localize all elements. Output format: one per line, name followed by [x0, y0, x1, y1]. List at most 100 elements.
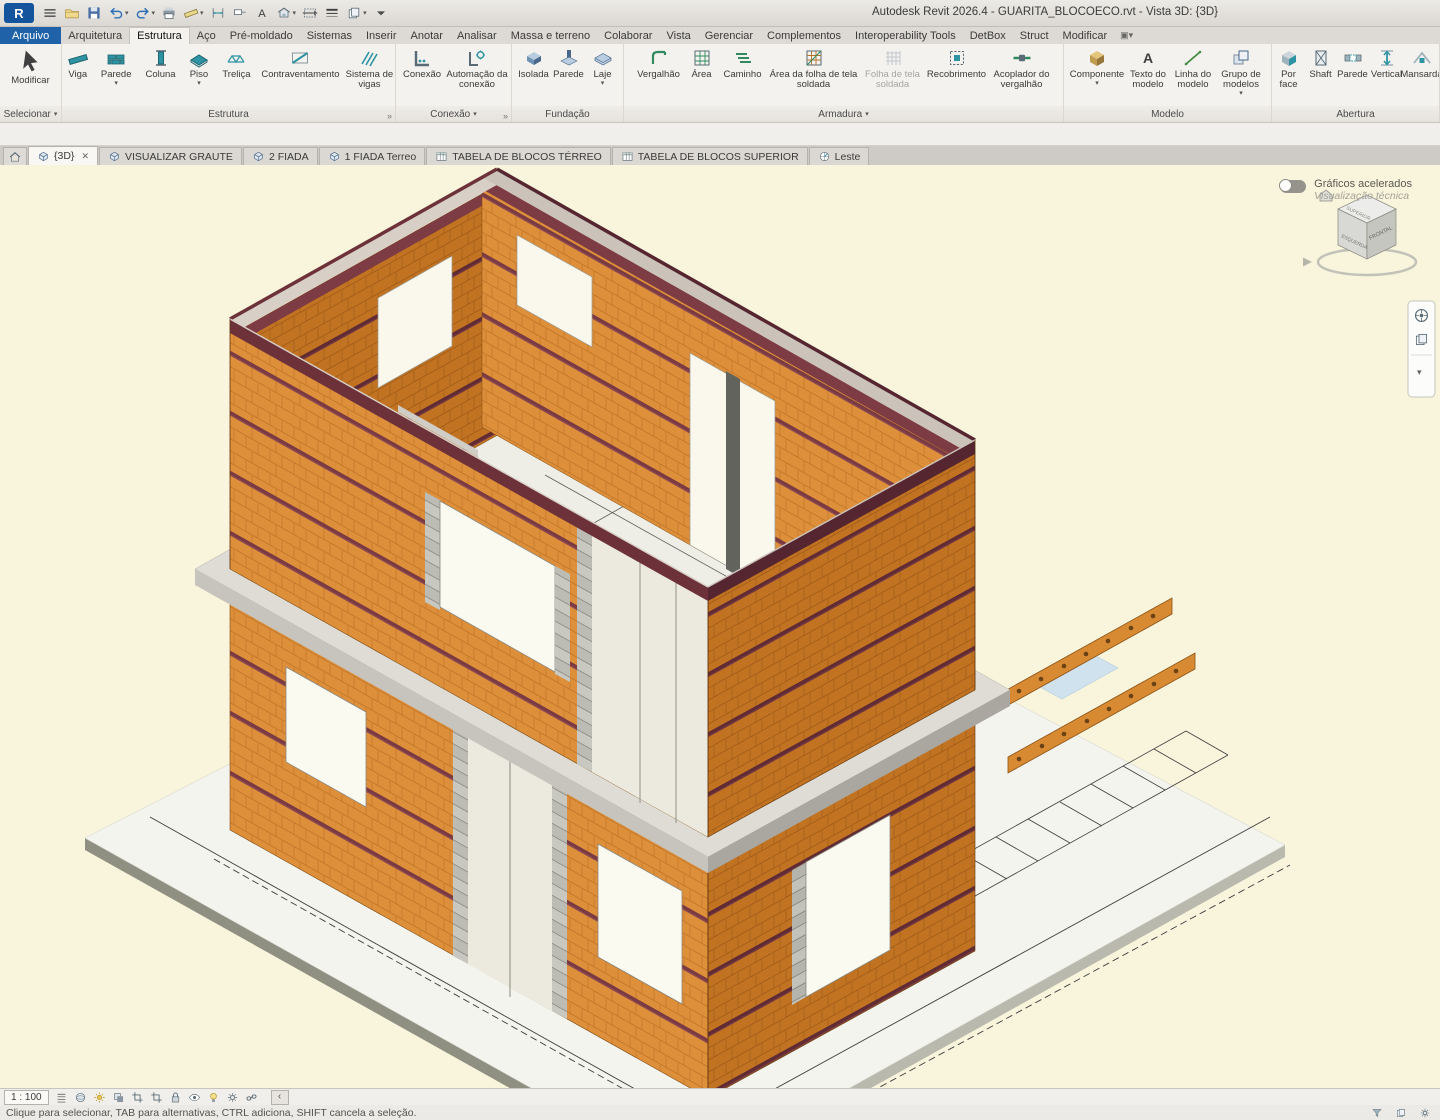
- viewbar-lock-3d-view[interactable]: [167, 1090, 185, 1104]
- qat-print[interactable]: [158, 3, 180, 23]
- view-tab-leste[interactable]: Leste: [808, 147, 870, 165]
- panel-label-conexao[interactable]: Conexão ▾: [396, 106, 511, 122]
- qat-undo[interactable]: ▾: [105, 3, 132, 23]
- status-selection-filter[interactable]: [1368, 1106, 1386, 1120]
- ribbon-button-grupo-de-modelos[interactable]: Grupo de modelos ▾: [1216, 46, 1266, 97]
- ribbon-tab-complementos[interactable]: Complementos: [760, 27, 848, 44]
- ribbon-button-parede[interactable]: Parede ▾: [95, 46, 138, 87]
- steering-wheel-icon[interactable]: [1414, 308, 1429, 323]
- tab-arquivo[interactable]: Arquivo: [0, 27, 62, 44]
- qat-thin-lines[interactable]: [321, 3, 343, 23]
- dialog-launcher[interactable]: »: [503, 111, 508, 121]
- panel-label-modelo[interactable]: Modelo: [1064, 106, 1271, 122]
- panel-label-selecionar[interactable]: Selecionar ▾: [0, 106, 61, 122]
- ribbon-tab-gerenciar[interactable]: Gerenciar: [698, 27, 760, 44]
- qat-aligned-dimension[interactable]: [207, 3, 229, 23]
- ribbon-button-sistema-de-vigas[interactable]: Sistema de vigas: [344, 46, 395, 90]
- tab-options-icon[interactable]: ▣▾: [1114, 27, 1139, 44]
- qat-switch-windows[interactable]: ▾: [343, 3, 370, 23]
- ribbon-tab-sistemas[interactable]: Sistemas: [300, 27, 359, 44]
- ribbon-button-contraventamento[interactable]: Contraventamento: [258, 46, 343, 80]
- ribbon-button-isolada[interactable]: Isolada: [517, 46, 551, 80]
- ribbon-button-area-da-folha-de-tela-soldada[interactable]: Área da folha de tela soldada: [767, 46, 861, 90]
- ribbon-button-linha-do-modelo[interactable]: Linha do modelo: [1171, 46, 1215, 90]
- viewbar-reveal-hidden-elements[interactable]: [205, 1090, 223, 1104]
- ribbon-button-caminho[interactable]: Caminho: [720, 46, 766, 80]
- ribbon-button-conexao[interactable]: Conexão: [399, 46, 445, 80]
- home-button[interactable]: [3, 147, 27, 165]
- ribbon-tab-modificar[interactable]: Modificar: [1056, 27, 1115, 44]
- revit-logo[interactable]: R: [4, 3, 34, 23]
- ribbon-tab-colaborar[interactable]: Colaborar: [597, 27, 659, 44]
- view-tab-2-fiada[interactable]: 2 FIADA: [242, 147, 318, 165]
- qat-save[interactable]: [83, 3, 105, 23]
- qat-customize-qat[interactable]: [370, 3, 392, 23]
- toggle-switch[interactable]: [1279, 179, 1307, 193]
- ribbon-button-modificar[interactable]: Modificar: [3, 46, 59, 86]
- qat-open[interactable]: [61, 3, 83, 23]
- viewbar-analytical-model[interactable]: [224, 1090, 242, 1104]
- ribbon-button-texto-do-modelo[interactable]: Texto do modelo: [1126, 46, 1170, 90]
- viewbar-temporary-hide-isolate[interactable]: [186, 1090, 204, 1104]
- ribbon-button-acoplador-do-vergalhao[interactable]: Acoplador do vergalhão: [990, 46, 1054, 90]
- qat-default-3d-view[interactable]: ▾: [273, 3, 300, 23]
- status-editable-only[interactable]: [1392, 1106, 1410, 1120]
- panel-label-estrutura[interactable]: Estrutura: [62, 106, 395, 122]
- zoom-pages-icon[interactable]: [1415, 333, 1428, 346]
- viewbar-detail-level[interactable]: [53, 1090, 71, 1104]
- ribbon-tab-arquitetura[interactable]: Arquitetura: [61, 27, 129, 44]
- ribbon-button-mansarda[interactable]: Mansarda: [1400, 46, 1439, 80]
- ribbon-tab-anotar[interactable]: Anotar: [404, 27, 450, 44]
- scroll-left-button[interactable]: ‹: [270, 1089, 289, 1105]
- qat-tag-by-category[interactable]: [229, 3, 251, 23]
- ribbon-tab-aco[interactable]: Aço: [190, 27, 223, 44]
- qat-text[interactable]: [251, 3, 273, 23]
- view-tab-1-fiada-terreo[interactable]: 1 FIADA Terreo: [318, 147, 426, 165]
- view-tab-visualizar-graute[interactable]: VISUALIZAR GRAUTE: [98, 147, 242, 165]
- viewbar-crop-region[interactable]: [148, 1090, 166, 1104]
- qat-measure[interactable]: ▾: [180, 3, 207, 23]
- ribbon-button-componente[interactable]: Componente ▾: [1069, 46, 1125, 87]
- ribbon-tab-massa-e-terreno[interactable]: Massa e terreno: [504, 27, 597, 44]
- 3d-view-canvas[interactable]: SUPERIOR ESQUERDA FRONTAL ▾: [0, 165, 1440, 1088]
- ribbon-tab-struct[interactable]: Struct: [1013, 27, 1056, 44]
- qat-redo[interactable]: ▾: [132, 3, 159, 23]
- ribbon-button-vertical[interactable]: Vertical: [1370, 46, 1404, 80]
- ribbon-button-shaft[interactable]: Shaft: [1306, 46, 1336, 80]
- ribbon-button-trelica[interactable]: Treliça: [216, 46, 257, 80]
- ribbon-button-parede[interactable]: Parede: [552, 46, 586, 80]
- ribbon-button-area[interactable]: Área: [685, 46, 719, 80]
- panel-label-abertura[interactable]: Abertura: [1272, 106, 1439, 122]
- view-tab-tabela-de-blocos-terreo[interactable]: TABELA DE BLOCOS TÉRREO: [426, 147, 611, 165]
- ribbon-button-laje[interactable]: Laje ▾: [587, 46, 619, 87]
- status-worksharing-display[interactable]: [1416, 1106, 1434, 1120]
- ribbon-tab-inserir[interactable]: Inserir: [359, 27, 404, 44]
- viewbar-sun-path[interactable]: [91, 1090, 109, 1104]
- navigation-bar[interactable]: ▾: [1407, 300, 1436, 398]
- panel-label-fundacao[interactable]: Fundação: [512, 106, 623, 122]
- ribbon-button-folha-de-tela-soldada[interactable]: Folha de tela soldada: [862, 46, 924, 90]
- view-tab-tabela-de-blocos-superior[interactable]: TABELA DE BLOCOS SUPERIOR: [611, 147, 808, 165]
- dialog-launcher[interactable]: »: [387, 111, 392, 121]
- drawing-area[interactable]: SUPERIOR ESQUERDA FRONTAL ▾ Gráficos ace…: [0, 165, 1440, 1088]
- panel-label-armadura[interactable]: Armadura ▾: [624, 106, 1063, 122]
- ribbon-button-parede[interactable]: Parede: [1337, 46, 1369, 80]
- viewbar-visual-style[interactable]: [72, 1090, 90, 1104]
- ribbon-button-recobrimento[interactable]: Recobrimento: [925, 46, 989, 80]
- viewbar-show-crop[interactable]: [129, 1090, 147, 1104]
- qat-section[interactable]: [299, 3, 321, 23]
- qat-app-menu[interactable]: [39, 3, 61, 23]
- ribbon-button-piso[interactable]: Piso ▾: [183, 46, 215, 87]
- view-tab-3d[interactable]: {3D} ✕: [28, 146, 98, 165]
- ribbon-button-coluna[interactable]: Coluna: [139, 46, 182, 80]
- ribbon-tab-interoperability-tools[interactable]: Interoperability Tools: [848, 27, 963, 44]
- ribbon-button-automacao-da-conexao[interactable]: Automação da conexão: [446, 46, 508, 90]
- ribbon-button-por-face[interactable]: Por face: [1273, 46, 1305, 90]
- nav-expand-icon[interactable]: ▾: [1417, 367, 1422, 377]
- ribbon-tab-pre-moldado[interactable]: Pré-moldado: [223, 27, 300, 44]
- scale-button[interactable]: 1 : 100: [4, 1089, 49, 1105]
- ribbon-button-vergalhao[interactable]: Vergalhão: [634, 46, 684, 80]
- ribbon-tab-detbox[interactable]: DetBox: [963, 27, 1013, 44]
- viewbar-shadows[interactable]: [110, 1090, 128, 1104]
- close-view-icon[interactable]: ✕: [81, 151, 89, 162]
